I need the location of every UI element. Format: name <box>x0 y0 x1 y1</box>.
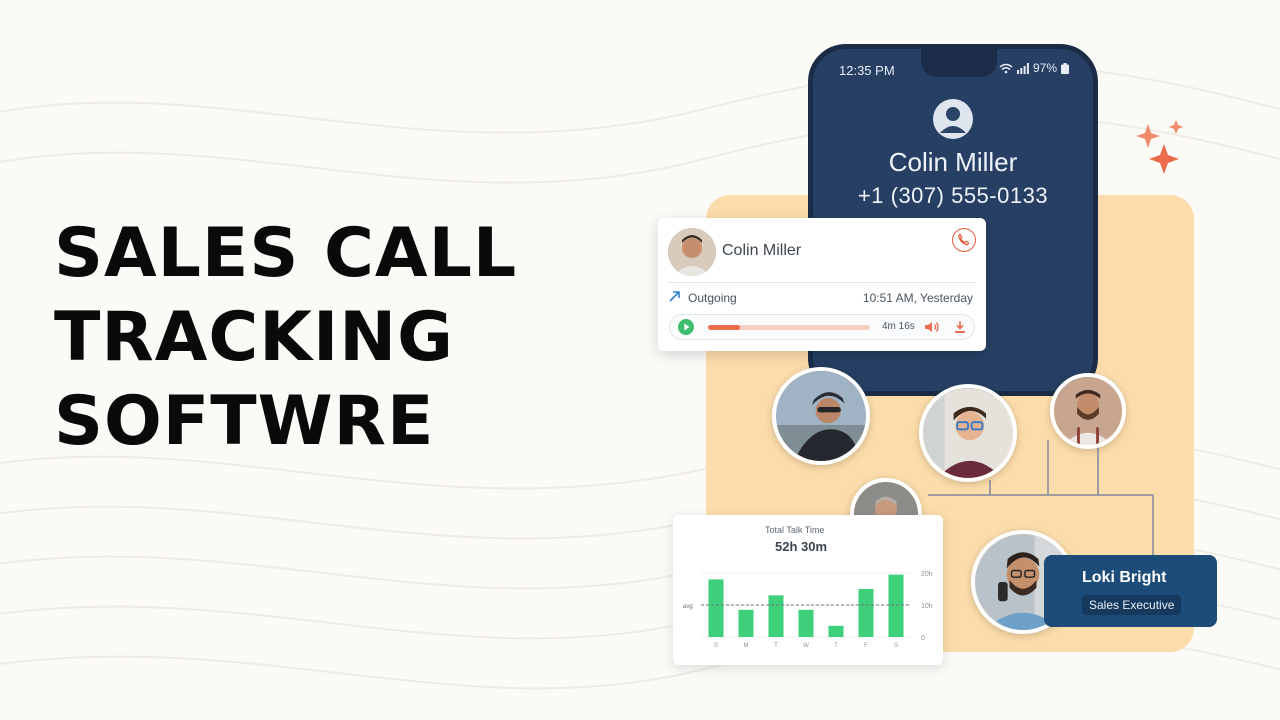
chart-x-tick-label: F <box>864 643 868 649</box>
headline-line-3: SOFTWRE <box>54 382 435 461</box>
team-member-photo-apron <box>1050 373 1126 449</box>
playback-progress-bar[interactable] <box>708 325 870 330</box>
chart-y-tick-label: 20h <box>921 571 933 578</box>
person-title: Sales Executive <box>1082 595 1182 615</box>
chart-bar <box>708 579 724 637</box>
outgoing-arrow-icon <box>669 291 680 302</box>
chart-x-tick-label: W <box>803 643 809 649</box>
signal-icon <box>1016 62 1029 74</box>
play-button[interactable] <box>678 319 694 335</box>
headline-line-2: TRACKING <box>54 298 454 377</box>
phone-notch <box>921 49 997 77</box>
chart-y-tick-label: 10h <box>921 603 933 610</box>
caller-name: Colin Miller <box>888 147 1018 177</box>
chart-bar <box>798 609 814 637</box>
chart-x-tick-label: T <box>834 643 838 649</box>
playback-progress-fill <box>708 325 741 330</box>
recording-duration: 4m 16s <box>882 321 915 332</box>
wifi-icon <box>999 63 1013 73</box>
phone-status-bar: 97% <box>999 61 1069 75</box>
call-log-card[interactable]: Colin Miller Outgoing 10:51 AM, Yesterda… <box>658 218 986 351</box>
person-name: Loki Bright <box>1082 569 1167 586</box>
call-direction: Outgoing <box>688 291 737 305</box>
recording-player: 4m 16s <box>669 314 975 340</box>
chart-bar <box>768 595 784 637</box>
call-button[interactable] <box>952 228 976 252</box>
phone-status-time: 12:35 PM <box>839 63 895 78</box>
talk-time-chart-card: Total Talk Time 52h 30m 0 10h 20h S M T W T F Sav… <box>673 515 943 665</box>
headline-line-1: SALES CALL <box>54 214 518 293</box>
team-member-photo-cyclist <box>772 367 870 465</box>
play-icon <box>684 323 690 331</box>
talk-time-bar-chart: 0 10h 20h S M T W T F Savg <box>683 571 933 649</box>
person-badge: Loki Bright Sales Executive <box>1044 555 1217 627</box>
chart-y-tick-label: 0 <box>921 635 925 642</box>
caller-number: +1 (307) 555-0133 <box>857 183 1049 208</box>
chart-x-tick-label: S <box>894 643 898 649</box>
chart-bar <box>888 574 904 637</box>
contact-avatar <box>668 228 716 276</box>
phone-icon <box>958 233 970 246</box>
download-icon[interactable] <box>954 320 966 334</box>
chart-x-tick-label: T <box>774 643 778 649</box>
card-divider <box>668 282 976 283</box>
team-member-photo-glasses <box>919 384 1017 482</box>
chart-x-tick-label: S <box>714 643 718 649</box>
caller-avatar-icon <box>933 99 973 139</box>
battery-percentage: 97% <box>1032 61 1057 75</box>
chart-bar <box>738 609 754 637</box>
volume-icon[interactable] <box>924 320 940 334</box>
chart-x-tick-label: M <box>744 643 749 649</box>
headline: SALES CALL TRACKING SOFTWRE <box>54 212 517 464</box>
battery-icon <box>1061 62 1069 74</box>
chart-bar <box>858 589 874 637</box>
call-timestamp: 10:51 AM, Yesterday <box>862 291 973 305</box>
chart-bar <box>828 625 844 637</box>
contact-name: Colin Miller <box>722 242 802 259</box>
chart-avg-label: avg <box>683 604 693 610</box>
sparkle-icon <box>1136 120 1183 174</box>
